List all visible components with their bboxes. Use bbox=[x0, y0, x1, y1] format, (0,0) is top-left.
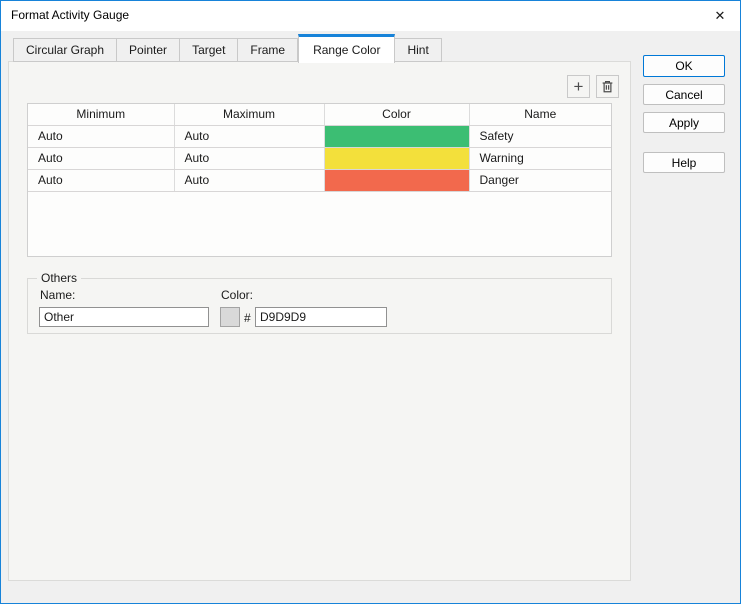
window-title: Format Activity Gauge bbox=[11, 1, 129, 30]
table-header-row: Minimum Maximum Color Name bbox=[28, 104, 611, 125]
range-toolbar: + bbox=[567, 75, 619, 98]
ok-button[interactable]: OK bbox=[643, 55, 725, 77]
tab-label: Target bbox=[192, 43, 225, 57]
minimum-cell[interactable]: Auto bbox=[28, 147, 174, 169]
column-header-minimum: Minimum bbox=[28, 104, 174, 125]
maximum-cell[interactable]: Auto bbox=[174, 169, 324, 191]
close-button[interactable]: ✕ bbox=[702, 1, 738, 30]
title-bar: Format Activity Gauge ✕ bbox=[1, 1, 740, 31]
color-cell[interactable] bbox=[324, 169, 469, 191]
help-button[interactable]: Help bbox=[643, 152, 725, 173]
color-cell[interactable] bbox=[324, 125, 469, 147]
maximum-cell[interactable]: Auto bbox=[174, 125, 324, 147]
range-color-panel: + Minimum bbox=[8, 61, 631, 581]
tab-label: Pointer bbox=[129, 43, 167, 57]
table-row-warning: Auto Auto Warning bbox=[28, 147, 611, 169]
column-header-color: Color bbox=[324, 104, 469, 125]
trash-icon bbox=[600, 79, 615, 94]
color-cell[interactable] bbox=[324, 147, 469, 169]
range-color-table: Minimum Maximum Color Name Auto Auto Saf… bbox=[27, 103, 612, 257]
others-group-label: Others bbox=[37, 271, 81, 285]
name-label: Name: bbox=[40, 288, 75, 302]
tab-target[interactable]: Target bbox=[180, 38, 238, 62]
tab-frame[interactable]: Frame bbox=[238, 38, 298, 62]
tab-hint[interactable]: Hint bbox=[395, 38, 441, 62]
other-name-input[interactable] bbox=[39, 307, 209, 327]
color-swatch[interactable] bbox=[325, 170, 469, 191]
tab-label: Circular Graph bbox=[26, 43, 104, 57]
column-header-name: Name bbox=[469, 104, 611, 125]
hash-symbol: # bbox=[244, 311, 251, 325]
column-header-maximum: Maximum bbox=[174, 104, 324, 125]
minimum-cell[interactable]: Auto bbox=[28, 125, 174, 147]
others-group: Others Name: Color: # bbox=[27, 278, 612, 334]
table-row-safety: Auto Auto Safety bbox=[28, 125, 611, 147]
name-cell[interactable]: Warning bbox=[469, 147, 611, 169]
name-cell[interactable]: Safety bbox=[469, 125, 611, 147]
tab-pointer[interactable]: Pointer bbox=[117, 38, 180, 62]
tab-strip: Circular Graph Pointer Target Frame Rang… bbox=[13, 34, 442, 62]
table-row-danger: Auto Auto Danger bbox=[28, 169, 611, 191]
add-range-button[interactable]: + bbox=[567, 75, 590, 98]
tab-label: Hint bbox=[407, 43, 428, 57]
plus-icon: + bbox=[574, 78, 584, 95]
color-swatch[interactable] bbox=[325, 148, 469, 169]
tab-range-color[interactable]: Range Color bbox=[298, 34, 395, 63]
format-activity-gauge-dialog: Format Activity Gauge ✕ Circular Graph P… bbox=[0, 0, 741, 604]
close-icon: ✕ bbox=[715, 8, 726, 24]
minimum-cell[interactable]: Auto bbox=[28, 169, 174, 191]
delete-range-button[interactable] bbox=[596, 75, 619, 98]
name-cell[interactable]: Danger bbox=[469, 169, 611, 191]
other-color-hex-input[interactable] bbox=[255, 307, 387, 327]
color-label: Color: bbox=[221, 288, 253, 302]
other-color-swatch[interactable] bbox=[220, 307, 240, 327]
cancel-button[interactable]: Cancel bbox=[643, 84, 725, 105]
color-swatch[interactable] bbox=[325, 126, 469, 147]
tab-label: Frame bbox=[250, 43, 285, 57]
maximum-cell[interactable]: Auto bbox=[174, 147, 324, 169]
tab-label: Range Color bbox=[313, 43, 380, 57]
apply-button[interactable]: Apply bbox=[643, 112, 725, 133]
tab-circular-graph[interactable]: Circular Graph bbox=[13, 38, 117, 62]
